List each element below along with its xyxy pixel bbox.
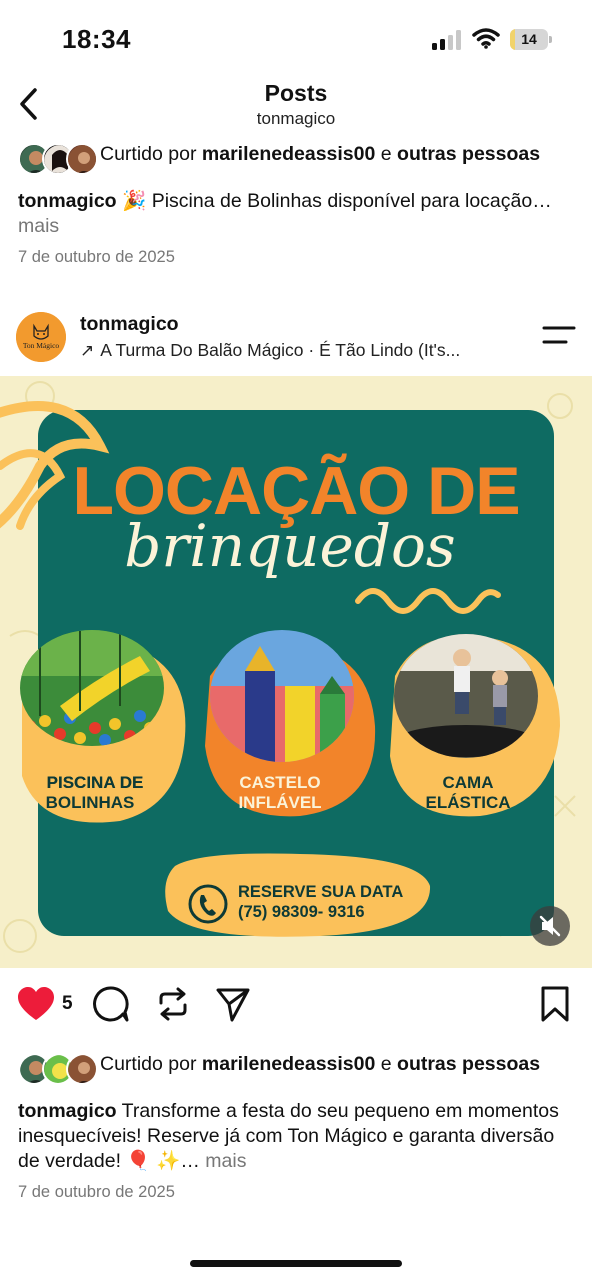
action-bar: [0, 982, 592, 1028]
previous-post-caption: tonmagico 🎉 Piscina de Bolinhas disponív…: [18, 190, 552, 237]
likes-text: Curtido por marilenedeassis00 e outras p…: [100, 1053, 541, 1075]
page-title: Posts: [264, 80, 328, 106]
others-link[interactable]: outras pessoas: [397, 1053, 540, 1075]
post-date: 7 de outubro de 2025: [18, 1183, 175, 1201]
menu-icon[interactable]: [540, 322, 576, 348]
share-button[interactable]: [214, 982, 252, 1026]
item1-label-1: PISCINA DE: [47, 773, 144, 792]
cta-line1: RESERVE SUA DATA: [238, 883, 403, 901]
liker-avatar: [66, 1053, 98, 1085]
liker-username[interactable]: marilenedeassis00: [202, 143, 375, 165]
others-link[interactable]: outras pessoas: [397, 143, 540, 165]
post-date: 7 de outubro de 2025: [18, 248, 175, 266]
speaker-muted-icon: [539, 915, 561, 937]
mute-button[interactable]: [530, 906, 570, 946]
item3-label-2: ELÁSTICA: [426, 793, 511, 812]
heart-icon: [18, 987, 54, 1020]
svg-text:Ton Mágico: Ton Mágico: [23, 341, 60, 350]
battery-level: 14: [521, 31, 537, 47]
item2-label-1: CASTELO: [239, 773, 320, 792]
post-author-avatar[interactable]: Ton Mágico: [16, 312, 66, 362]
more-link[interactable]: mais: [18, 215, 59, 237]
repost-icon: [159, 987, 187, 1021]
item3-label-1: CAMA: [443, 773, 494, 792]
post-artwork: LOCAÇÃO DE brinquedos PISCINA DE INFLÁVE…: [0, 381, 576, 953]
page-subtitle[interactable]: tonmagico: [0, 109, 592, 129]
more-link[interactable]: mais: [200, 1150, 246, 1172]
repost-button[interactable]: [154, 982, 192, 1026]
home-indicator[interactable]: [190, 1260, 402, 1267]
liker-username[interactable]: marilenedeassis00: [202, 1053, 375, 1075]
liker-avatar: [66, 143, 98, 175]
battery-icon: 14: [510, 29, 552, 50]
cta-line2: (75) 98309- 9316: [238, 903, 365, 921]
comment-button[interactable]: [92, 982, 130, 1026]
title-line2: brinquedos: [124, 512, 455, 580]
wifi-icon: [472, 28, 500, 49]
like-count[interactable]: 5: [62, 993, 73, 1015]
item1-label-2: BOLINHAS: [46, 793, 135, 812]
likes-text: Curtido por marilenedeassis00 e outras p…: [100, 143, 541, 165]
like-button[interactable]: [16, 982, 56, 1026]
post-caption: tonmagico Transforme a festa do seu pequ…: [18, 1100, 559, 1172]
post-username[interactable]: tonmagico: [80, 313, 179, 336]
post-image[interactable]: LOCAÇÃO DE brinquedos PISCINA DE INFLÁVE…: [0, 376, 592, 968]
cellular-signal-icon: [432, 30, 461, 50]
post-music[interactable]: ↗ A Turma Do Balão Mágico · É Tão Lindo (…: [80, 340, 460, 361]
save-button[interactable]: [538, 982, 572, 1026]
caption-username[interactable]: tonmagico: [18, 190, 117, 212]
caption-username[interactable]: tonmagico: [18, 1100, 117, 1122]
bookmark-icon: [541, 986, 569, 1022]
comment-icon: [93, 986, 129, 1022]
item2-label-2: INFLÁVEL: [238, 793, 321, 812]
arrow-up-right-icon: ↗: [80, 341, 95, 360]
status-time: 18:34: [62, 24, 131, 54]
status-bar: 18:34 14: [0, 0, 592, 72]
send-icon: [216, 988, 250, 1022]
